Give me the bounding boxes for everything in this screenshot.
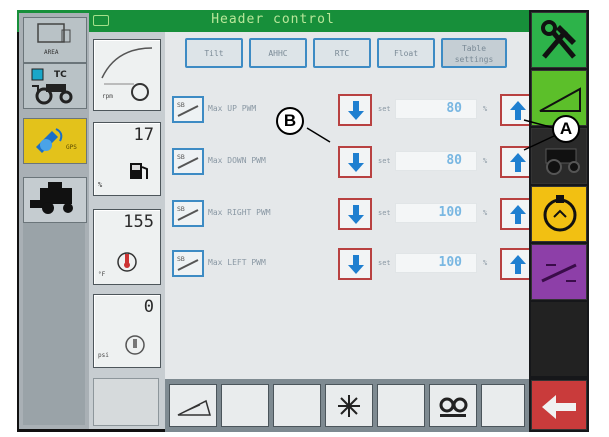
header-control-screen: Header control AREA TC GPS rpm 17 % 155 … <box>17 10 589 432</box>
callout-leaders <box>306 119 555 151</box>
callout-a: A <box>552 115 580 143</box>
callout-b: B <box>276 107 304 135</box>
